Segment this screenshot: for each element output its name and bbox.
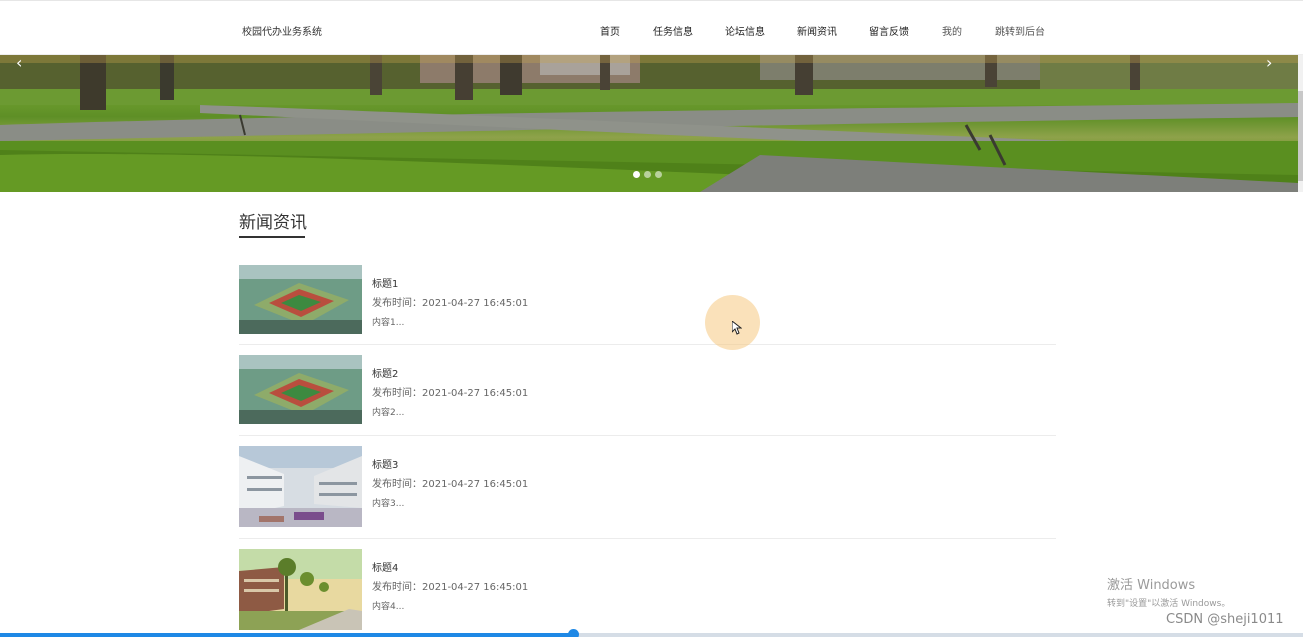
section-title-news: 新闻资讯 <box>239 213 307 233</box>
news-item[interactable]: 标题4 发布时间：2021-04-27 16:45:01 内容4... <box>239 549 1056 637</box>
nav-admin[interactable]: 跳转到后台 <box>995 23 1045 38</box>
carousel-dot-2[interactable] <box>644 171 651 178</box>
section-title-underline <box>239 236 305 238</box>
carousel-dot-1[interactable] <box>633 171 640 178</box>
news-item[interactable]: 标题2 发布时间：2021-04-27 16:45:01 内容2... <box>239 355 1056 436</box>
news-thumbnail[interactable] <box>239 446 362 527</box>
news-excerpt: 内容4... <box>372 602 405 612</box>
nav-feedback[interactable]: 留言反馈 <box>869 23 909 38</box>
news-excerpt: 内容2... <box>372 408 405 418</box>
nav-forum[interactable]: 论坛信息 <box>725 23 765 38</box>
news-thumbnail[interactable] <box>239 265 362 334</box>
news-title[interactable]: 标题1 <box>372 275 398 290</box>
page-scrollbar[interactable] <box>1298 55 1303 192</box>
site-title[interactable]: 校园代办业务系统 <box>242 23 322 38</box>
news-thumbnail[interactable] <box>239 355 362 424</box>
windows-activation-title: 激活 Windows <box>1107 578 1196 593</box>
carousel-dot-3[interactable] <box>655 171 662 178</box>
news-title[interactable]: 标题2 <box>372 365 398 380</box>
news-title[interactable]: 标题4 <box>372 559 398 574</box>
news-item[interactable]: 标题3 发布时间：2021-04-27 16:45:01 内容3... <box>239 446 1056 539</box>
news-publish-time: 发布时间：2021-04-27 16:45:01 <box>372 479 529 490</box>
news-excerpt: 内容1... <box>372 318 405 328</box>
carousel-next-icon[interactable]: › <box>1266 55 1272 71</box>
video-progress-fill <box>0 633 573 637</box>
news-publish-time: 发布时间：2021-04-27 16:45:01 <box>372 388 529 399</box>
mouse-pointer-icon <box>732 321 742 335</box>
csdn-watermark: CSDN @sheji1011 <box>1166 612 1284 627</box>
news-publish-time: 发布时间：2021-04-27 16:45:01 <box>372 582 529 593</box>
windows-activation-notice: 激活 Windows 转到"设置"以激活 Windows。 <box>1107 574 1230 609</box>
news-thumbnail[interactable] <box>239 549 362 630</box>
windows-activation-subtitle: 转到"设置"以激活 Windows。 <box>1107 599 1231 609</box>
news-excerpt: 内容3... <box>372 499 405 509</box>
nav-mine[interactable]: 我的 <box>942 23 962 38</box>
news-title[interactable]: 标题3 <box>372 456 398 471</box>
nav-tasks[interactable]: 任务信息 <box>653 23 693 38</box>
video-progress-handle[interactable] <box>568 629 579 637</box>
nav-home[interactable]: 首页 <box>600 23 620 38</box>
top-navbar: 校园代办业务系统 首页 任务信息 论坛信息 新闻资讯 留言反馈 我的 跳转到后台 <box>0 0 1303 55</box>
carousel-prev-icon[interactable]: ‹ <box>16 55 22 71</box>
news-publish-time: 发布时间：2021-04-27 16:45:01 <box>372 298 529 309</box>
nav-news[interactable]: 新闻资讯 <box>797 23 837 38</box>
banner-carousel: ‹ › <box>0 55 1298 192</box>
news-item[interactable]: 标题1 发布时间：2021-04-27 16:45:01 内容1... <box>239 265 1056 345</box>
